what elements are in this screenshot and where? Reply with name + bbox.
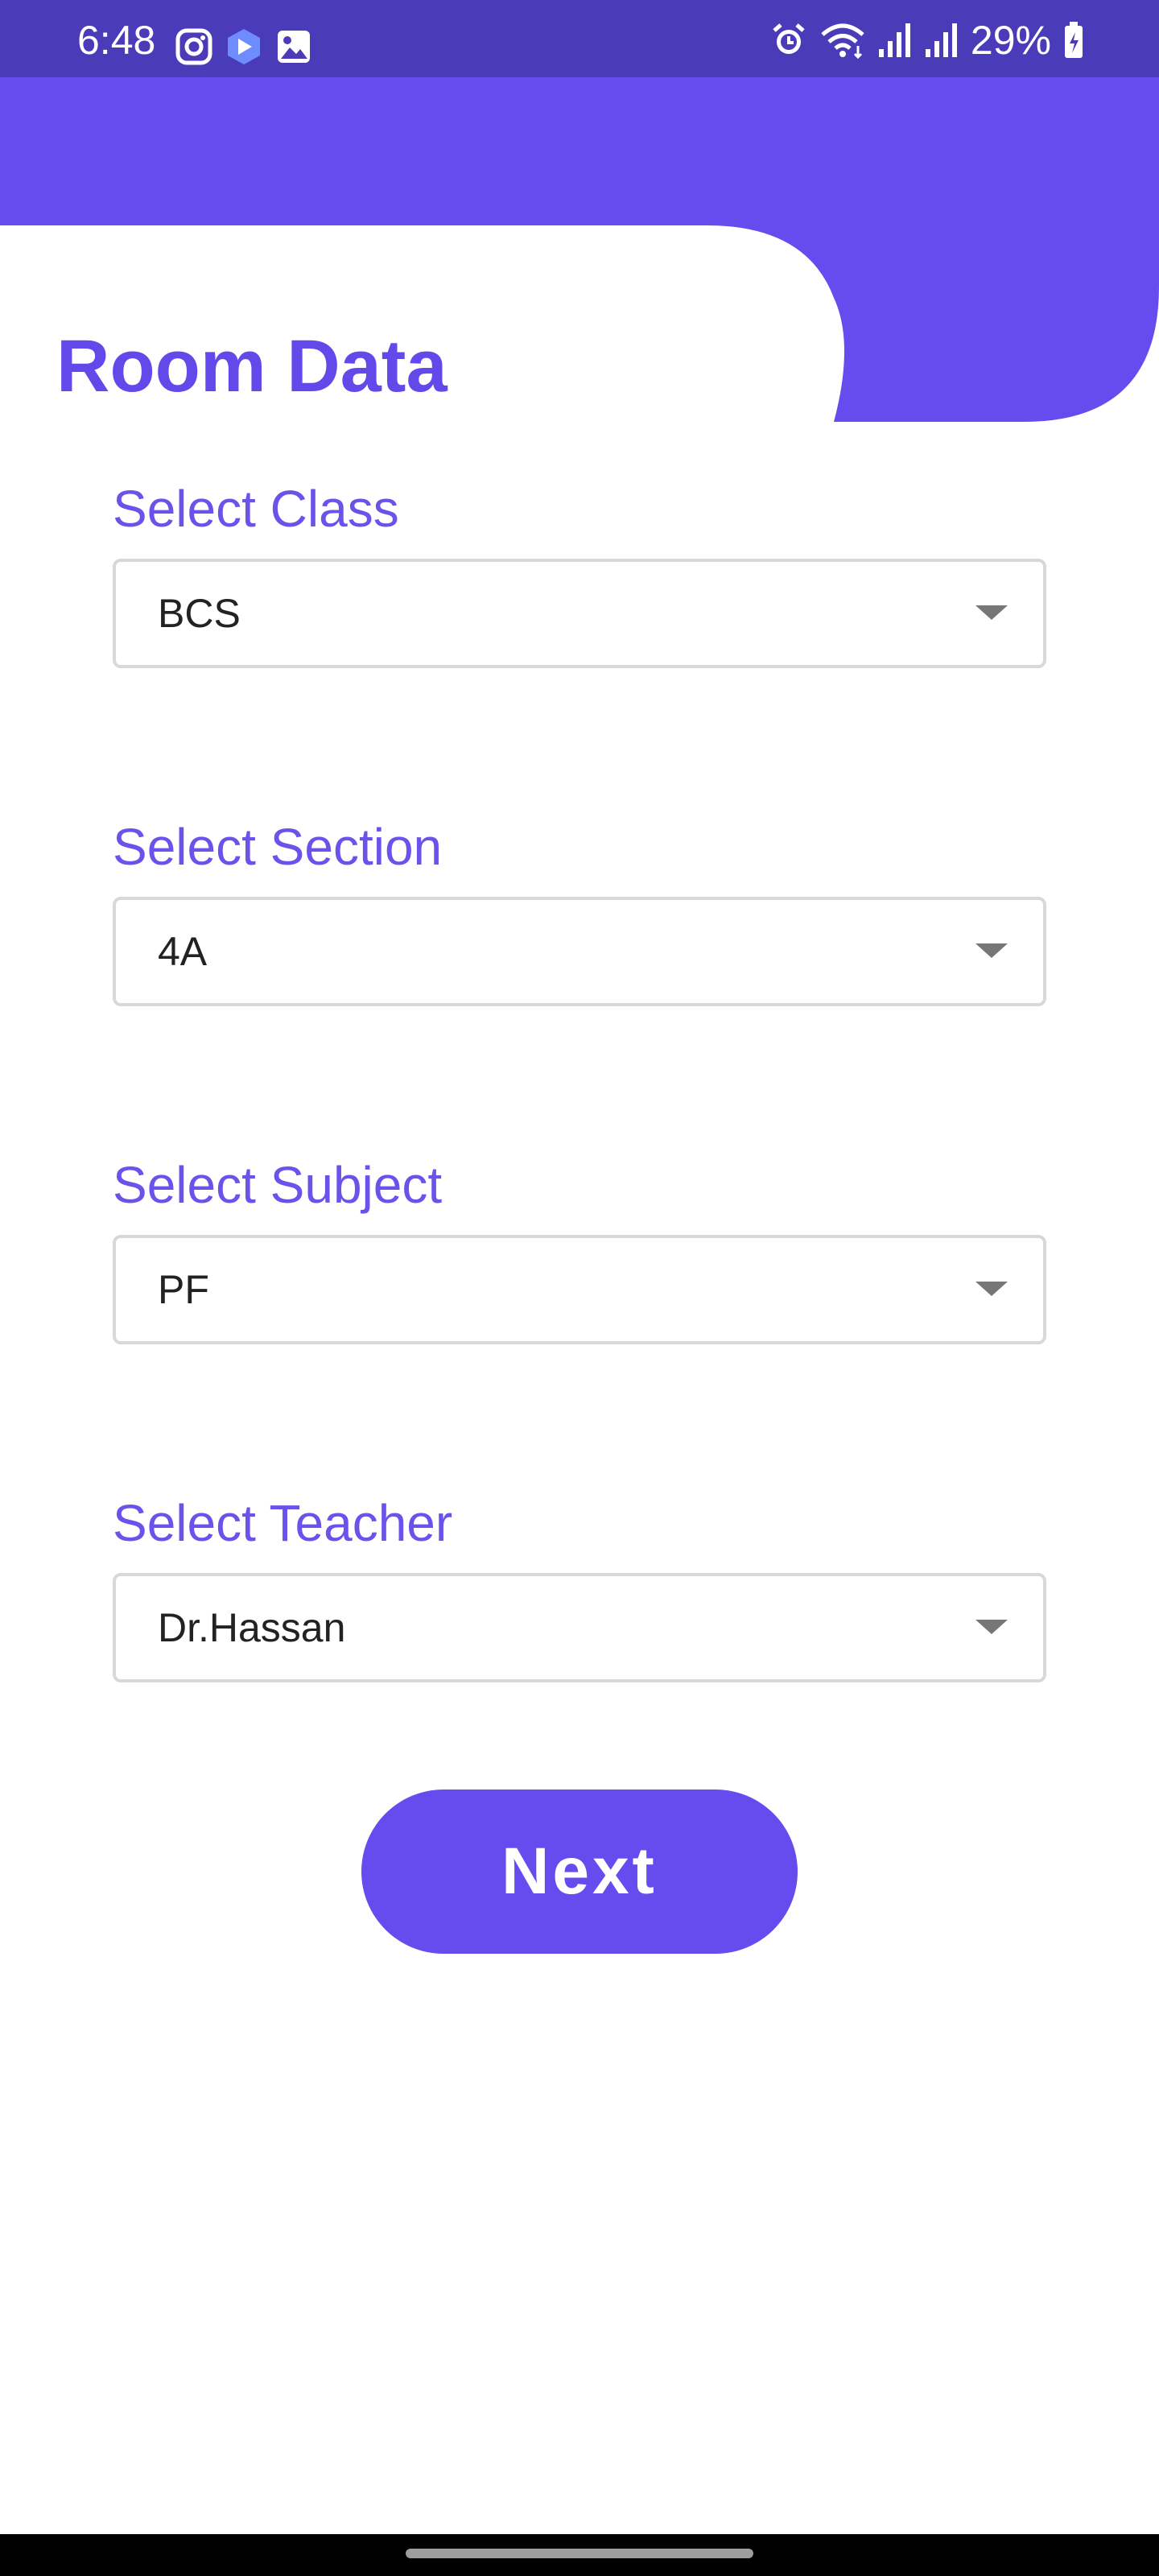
home-gesture-handle[interactable] xyxy=(406,2549,753,2558)
section-field: Select Section 4A xyxy=(113,818,1046,1006)
app-icon xyxy=(225,27,262,66)
section-select[interactable]: 4A xyxy=(113,897,1046,1006)
status-right: 29% xyxy=(769,19,1085,61)
section-label: Select Section xyxy=(113,818,443,876)
subject-select[interactable]: PF xyxy=(113,1235,1046,1344)
caret-down-icon xyxy=(975,1620,1008,1634)
class-label: Select Class xyxy=(113,480,399,538)
battery-percentage: 29% xyxy=(970,18,1051,63)
next-button[interactable]: Next xyxy=(361,1790,798,1954)
teacher-field: Select Teacher Dr.Hassan xyxy=(113,1494,1046,1682)
instagram-icon xyxy=(175,28,212,65)
teacher-label: Select Teacher xyxy=(113,1494,453,1552)
section-select-value: 4A xyxy=(158,929,208,974)
status-time: 6:48 xyxy=(77,18,156,63)
room-data-screen: 6:48 29% Room Data Select Class BCS Sele… xyxy=(0,0,1159,2576)
subject-field: Select Subject PF xyxy=(113,1156,1046,1344)
teacher-select[interactable]: Dr.Hassan xyxy=(113,1573,1046,1682)
page-title: Room Data xyxy=(56,325,448,407)
caret-down-icon xyxy=(975,1282,1008,1296)
class-select[interactable]: BCS xyxy=(113,559,1046,668)
class-select-value: BCS xyxy=(158,591,241,636)
signal-icon xyxy=(877,22,913,59)
status-left-icons xyxy=(175,27,312,66)
gallery-icon xyxy=(275,28,312,65)
wifi-icon xyxy=(819,22,866,59)
subject-select-value: PF xyxy=(158,1267,209,1312)
alarm-icon xyxy=(769,21,808,60)
teacher-select-value: Dr.Hassan xyxy=(158,1605,346,1650)
signal-icon xyxy=(924,22,959,59)
status-bar: 6:48 29% xyxy=(0,0,1159,77)
caret-down-icon xyxy=(975,943,1008,958)
class-field: Select Class BCS xyxy=(113,480,1046,668)
battery-icon xyxy=(1062,21,1085,60)
navigation-bar xyxy=(0,2534,1159,2576)
caret-down-icon xyxy=(975,605,1008,620)
subject-label: Select Subject xyxy=(113,1156,443,1214)
